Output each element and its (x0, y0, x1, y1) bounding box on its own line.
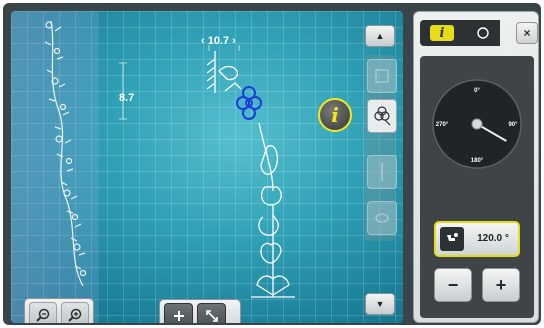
embroidery-design (44, 20, 295, 298)
flower-motif-icon (374, 106, 391, 126)
info-icon: i (331, 103, 339, 127)
zoom-in-icon (68, 308, 82, 322)
move-plus-icon (173, 311, 184, 321)
zoom-out-icon (36, 308, 50, 322)
plus-icon: + (495, 274, 507, 295)
motif-column: ▲ ▼ (363, 25, 397, 317)
reset-circle-icon (477, 27, 489, 39)
rotation-value: 120.0 ° (477, 233, 509, 244)
move-button[interactable] (164, 303, 193, 323)
oval-motif-icon (375, 213, 389, 223)
scroll-up-button[interactable]: ▲ (365, 25, 395, 47)
angle-180-label: 180° (471, 158, 484, 164)
needle-motif-icon (381, 163, 383, 181)
selected-flower-motif (236, 86, 262, 120)
rotation-controls: 0° 90° 180° 270° 120.0 ° − + (420, 56, 534, 318)
rotation-panel: i × 0° 90° 180° 270° 120.0 ° − + (413, 11, 539, 323)
embroidery-editor-window: ‹ 10.7 › 8.7 i ▲ ▼ i × 0° 90° 180° 270° … (3, 3, 541, 325)
panel-header: i × (420, 20, 538, 46)
resize-diagonal-icon (205, 310, 218, 322)
rotate-hand-icon (440, 227, 464, 251)
motif-slot-3[interactable] (367, 155, 397, 189)
motif-slot-track (365, 55, 397, 241)
dimension-guides (119, 45, 240, 120)
square-motif-icon (375, 69, 389, 83)
chevron-up-icon: ▲ (375, 31, 385, 41)
info-button[interactable]: i (318, 98, 352, 132)
close-icon: × (523, 26, 531, 40)
motif-slot-2[interactable] (367, 99, 397, 133)
motif-slot-4[interactable] (367, 201, 397, 235)
angle-270-label: 270° (436, 122, 449, 128)
top-motif (206, 51, 242, 93)
dial-hub[interactable] (471, 118, 483, 130)
design-height-label: 8.7 (119, 92, 135, 104)
angle-0-label: 0° (474, 88, 480, 94)
motif-slot-1[interactable] (367, 59, 397, 93)
rotation-dial-graphic: 0° 90° 180° 270° (432, 79, 522, 169)
tab-reset[interactable] (466, 20, 500, 46)
minus-icon: − (447, 274, 459, 295)
rotation-value-field[interactable]: 120.0 ° (434, 221, 520, 257)
stem-motif (251, 122, 295, 298)
info-tab-icon: i (430, 25, 454, 41)
rotate-plus-button[interactable]: + (482, 268, 520, 302)
border-embroidery (44, 20, 87, 287)
zoom-out-button[interactable] (29, 302, 57, 323)
resize-button[interactable] (197, 303, 226, 323)
zoom-controls (24, 298, 94, 323)
chevron-down-icon: ▼ (375, 299, 385, 309)
zoom-in-button[interactable] (61, 302, 89, 323)
tab-info[interactable]: i (420, 20, 466, 46)
rotate-minus-button[interactable]: − (434, 268, 472, 302)
scroll-down-button[interactable]: ▼ (365, 293, 395, 315)
angle-90-label: 90° (508, 122, 518, 128)
move-controls (159, 299, 241, 323)
hoop-canvas[interactable]: ‹ 10.7 › 8.7 i (11, 11, 403, 323)
design-width-label: ‹ 10.7 › (201, 35, 236, 47)
rotation-dial[interactable]: 0° 90° 180° 270° (431, 78, 523, 170)
close-button[interactable]: × (516, 22, 538, 44)
